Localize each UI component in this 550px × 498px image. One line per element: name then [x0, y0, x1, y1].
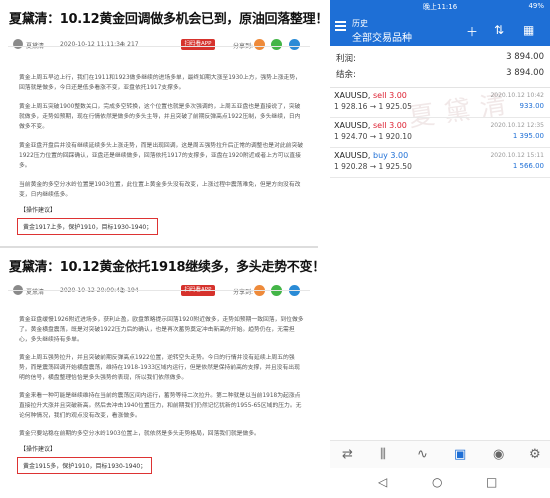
article-title: 夏黛清：10.12黄金回调做多机会已到，原油回落整理！ [9, 12, 329, 27]
trade-side: sell 3.00 [373, 91, 407, 100]
article-2: 夏黛清：10.12黄金依托1918继续多，多头走势不变！ 夏黛清 2020-10… [0, 248, 325, 498]
bottom-nav: ⇄ ⫼ ∿ ▣ ◉ ⚙ [330, 440, 550, 468]
operation-label: 【操作建议】 [20, 207, 57, 214]
balance-value: 3 894.00 [506, 68, 544, 78]
trade-row[interactable]: XAUUSD, sell 3.00 1 924.70 → 1 920.10 20… [330, 118, 550, 148]
trade-profit: 1 566.00 [512, 162, 544, 170]
article-paragraph: 黄金上周五强势拉升，并且突破前期反弹高点1922位置，逆转空头走势。今日的行情并… [19, 355, 300, 381]
trade-symbol-name: XAUUSD, [334, 151, 371, 160]
weibo-share-icon[interactable] [254, 39, 265, 50]
qq-share-icon[interactable] [289, 39, 300, 50]
settings-tab-icon[interactable]: ⚙ [529, 447, 541, 462]
trade-prices: 1 924.70 → 1 920.10 [334, 132, 412, 141]
divider [8, 290, 310, 291]
sort-icon[interactable]: ⇅ [494, 23, 504, 37]
article-paragraph: 当前黄金的多空分水岭位置是1903位置，此位置上黄金多头没有改变，上涨过程中震荡… [19, 182, 301, 198]
avatar [13, 39, 23, 49]
trade-symbol-name: XAUUSD, [334, 121, 371, 130]
share-label: 分享到: [233, 289, 254, 296]
articles-panel: 夏黛清：10.12黄金回调做多机会已到，原油回落整理！ 夏黛清 2020-10-… [0, 0, 329, 498]
scan-app-button[interactable]: 扫码看APP [181, 39, 215, 50]
article-title: 夏黛清：10.12黄金依托1918继续多，多头走势不变！ [9, 260, 325, 275]
profit-value: 3 894.00 [506, 52, 544, 62]
chart-tab-icon[interactable]: ⫼ [380, 447, 386, 462]
quotes-tab-icon[interactable]: ⇄ [342, 447, 353, 462]
article-paragraph: 黄金亚盘缓慢1926附近进场多，获利止盈，欧盘策略提示回落1920附近做多，走势… [19, 317, 304, 343]
article-paragraph: 黄金只要站稳在前期的多空分水岭1903位置上，就依然是多头走势格局，回落我们就是… [19, 431, 260, 437]
trade-time: 2020.10.12 12:35 [490, 122, 544, 129]
advice-box: 黄金1917上多，保护1910，目标1930-1940； [17, 218, 159, 235]
trade-symbol: XAUUSD, sell 3.00 [334, 121, 407, 130]
trade-symbol: XAUUSD, buy 3.00 [334, 151, 408, 160]
article-paragraph: 黄金上周五突破1900整数关口，完成多空转换，这个位置也就是多次强调的，上周五亚… [19, 104, 301, 130]
trade-time: 2020.10.12 10:42 [490, 92, 544, 99]
calendar-icon[interactable]: ▦ [523, 23, 534, 37]
status-bar: 晚上11:16 49% [330, 0, 550, 12]
trade-time: 2020.10.12 15:11 [490, 152, 544, 159]
trade-side: sell 3.00 [373, 121, 407, 130]
status-time: 晚上11:16 [423, 3, 458, 11]
screenshot-root: 夏黛清：10.12黄金回调做多机会已到，原油回落整理！ 夏黛清 2020-10-… [0, 0, 550, 498]
wechat-share-icon[interactable] [271, 39, 282, 50]
article-paragraph: 黄金亚盘开盘后并没有继续延续多头上涨走势，而是出现回调，这是周五强势拉升后正常的… [19, 143, 304, 169]
trade-row[interactable]: XAUUSD, buy 3.00 1 920.28 → 1 925.50 202… [330, 148, 550, 178]
menu-icon[interactable] [335, 21, 346, 32]
header-subtitle: 历史 [352, 19, 368, 28]
trade-tab-icon[interactable]: ∿ [417, 447, 428, 462]
account-summary: 利润: 3 894.00 结余: 3 894.00 [330, 46, 550, 88]
system-nav-bar: ◁ ○ □ [330, 468, 550, 498]
article-paragraph: 黄金来看一种可能是继续维持在当前的震荡区间内运行，蓄势等待二次拉升。第二种就是以… [19, 393, 302, 419]
battery-level: 49% [528, 2, 544, 10]
home-icon[interactable]: ○ [432, 475, 442, 489]
trade-row[interactable]: XAUUSD, sell 3.00 1 928.16 → 1 925.05 20… [330, 88, 550, 118]
back-icon[interactable]: ◁ [378, 475, 387, 489]
plus-icon[interactable]: ＋ [466, 23, 478, 40]
header-title: 全部交易品种 [352, 33, 412, 44]
trading-app: 晚上11:16 49% 历史 全部交易品种 ＋ ⇅ ▦ 利润: 3 894.00… [330, 0, 550, 498]
divider [8, 46, 310, 47]
operation-label: 【操作建议】 [20, 446, 57, 453]
trade-profit: 933.00 [519, 102, 545, 110]
trade-side: buy 3.00 [373, 151, 409, 160]
app-header: 历史 全部交易品种 ＋ ⇅ ▦ [330, 12, 550, 46]
balance-label: 结余: [336, 70, 356, 80]
recents-icon[interactable]: □ [486, 475, 497, 489]
trade-prices: 1 920.28 → 1 925.50 [334, 162, 412, 171]
trade-profit: 1 395.00 [512, 132, 544, 140]
article-meta: 夏黛清 2020-10-12 20:00:42 ◎ 194 扫码看APP 分享到… [0, 283, 318, 301]
trade-symbol-name: XAUUSD, [334, 91, 371, 100]
trade-symbol: XAUUSD, sell 3.00 [334, 91, 407, 100]
messages-tab-icon[interactable]: ◉ [493, 447, 504, 462]
trade-prices: 1 928.16 → 1 925.05 [334, 102, 412, 111]
profit-label: 利润: [336, 54, 356, 64]
history-tab-icon[interactable]: ▣ [454, 447, 466, 462]
advice-box: 黄金1915多，保护1910，目标1930-1940； [17, 457, 153, 474]
author-name: 夏黛清 [26, 289, 45, 296]
article-1: 夏黛清：10.12黄金回调做多机会已到，原油回落整理！ 夏黛清 2020-10-… [0, 0, 329, 248]
article-paragraph: 黄金上周五早边上行，我们在1911和1923做多继续的进场多单，最终如期大涨至1… [19, 75, 301, 91]
